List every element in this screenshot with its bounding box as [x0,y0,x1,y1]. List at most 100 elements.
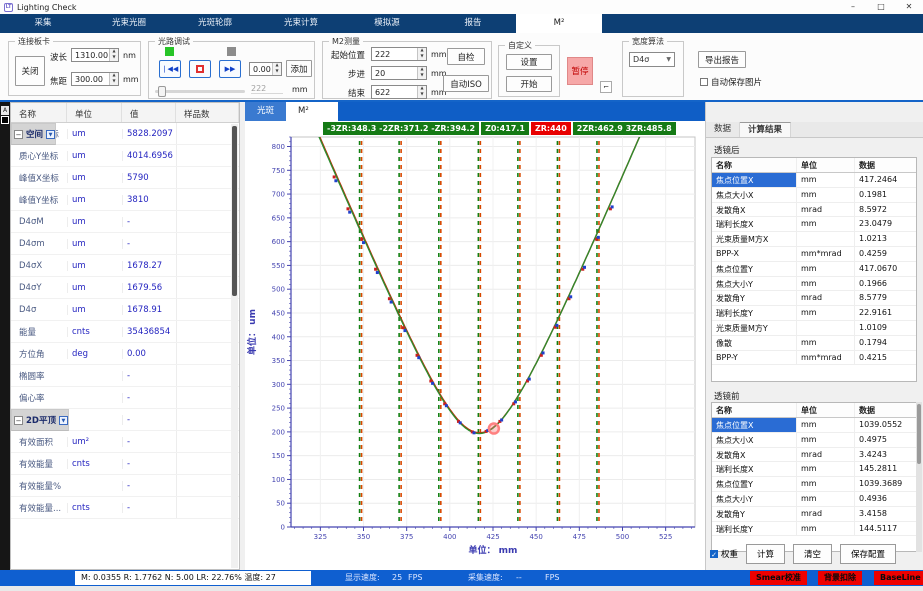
export-report-button[interactable]: 导出报告 [698,51,746,68]
skip-back-icon[interactable]: ❘◀◀ [159,60,181,78]
auto-save-checkbox[interactable] [700,78,708,86]
collapse-icon[interactable]: − [14,130,23,139]
close-icon[interactable]: ✕ [895,0,923,14]
table-row[interactable]: 瑞利长度Xmm145.2811 [712,462,916,477]
column-header[interactable]: 样品数 [176,103,239,122]
table-row[interactable]: 发散角Xmrad8.5972 [712,203,916,218]
table-row[interactable]: 焦点位置Ymm417.0670 [712,262,916,277]
table-row[interactable]: 焦点大小Xmm0.4975 [712,433,916,448]
popup-panel-icon[interactable]: ⌐ [600,81,612,93]
table-row[interactable]: 峰值X坐标um5790 [11,167,239,189]
menu-tab-光斑轮廓[interactable]: 光斑轮廓 [172,14,258,33]
table-row[interactable]: 焦点位置Xmm417.2464 [712,173,916,188]
table-row[interactable]: 有效能量%- [11,475,239,497]
start-button[interactable]: 开始 [506,76,552,92]
table-row[interactable]: 光束质量M方X1.0213 [712,232,916,247]
table-row[interactable]: D4σmum- [11,233,239,255]
dock-a-icon[interactable]: A [1,106,9,115]
m2-field-spinner[interactable]: ▲▼ [417,67,426,79]
column-header[interactable]: 名称 [11,103,67,122]
m2-field-input[interactable]: 222▲▼ [371,47,427,61]
menu-tab-M²[interactable]: M² [516,14,602,33]
focal-input[interactable]: 300.00 ▲▼ [71,72,119,86]
m2-field-input[interactable]: 20▲▼ [371,66,427,80]
table-row[interactable]: 能量cnts35436854 [11,321,239,343]
table-row[interactable]: D4σMum- [11,211,239,233]
table-row[interactable]: 方位角deg0.00 [11,343,239,365]
table-row[interactable]: 发散角Xmrad3.4243 [712,448,916,463]
before-table-scrollbar[interactable] [916,402,922,552]
column-header[interactable]: 单位 [67,103,122,122]
status-button-BaseLine[interactable]: BaseLine [874,571,923,585]
stop-icon[interactable] [189,60,211,78]
column-header[interactable]: 名称 [712,403,796,417]
table-row[interactable]: 焦点大小Xmm0.1981 [712,188,916,203]
weight-checkbox[interactable]: ✓ [710,550,718,558]
minimize-icon[interactable]: – [839,0,867,14]
dropdown-icon[interactable]: ▼ [46,130,55,139]
menu-tab-报告[interactable]: 报告 [430,14,516,33]
table-row[interactable]: 有效面积um²- [11,431,239,453]
m2-field-input[interactable]: 622▲▼ [371,85,427,99]
column-header[interactable]: 名称 [712,158,796,172]
column-header[interactable]: 数据 [854,158,916,172]
table-row[interactable]: 椭圆率- [11,365,239,387]
weight-option[interactable]: ✓ 权重 [710,548,738,560]
wavelength-spinner[interactable]: ▲▼ [109,49,118,61]
self-check-button[interactable]: 自检 [447,48,485,65]
table-row[interactable]: 有效能量...cnts- [11,497,239,519]
table-row[interactable]: 发散角Ymrad3.4158 [712,507,916,522]
column-header[interactable]: 单位 [796,158,854,172]
table-row[interactable]: 焦点大小Ymm0.1966 [712,277,916,292]
results-tab-数据[interactable]: 数据 [706,122,740,137]
table-row[interactable]: 质心Y坐标um4014.6956 [11,145,239,167]
table-row[interactable]: 焦点位置Ymm1039.3689 [712,477,916,492]
column-header[interactable]: 单位 [796,403,854,417]
width-algorithm-select[interactable]: D4σ ▼ [629,52,675,67]
table-row[interactable]: 偏心率- [11,387,239,409]
settings-button[interactable]: 设置 [506,54,552,70]
chart-tab-M²[interactable]: M² [286,102,338,121]
clear-button[interactable]: 清空 [793,544,832,564]
table-row[interactable]: 有效能量cnts- [11,453,239,475]
table-row[interactable]: 瑞利长度Ymm144.5117 [712,522,916,537]
left-table-scrollbar[interactable] [231,124,238,568]
column-header[interactable]: 值 [122,103,176,122]
offset-input[interactable]: 0.00 ▲▼ [249,62,282,76]
table-row[interactable]: 光束质量M方Y1.0109 [712,321,916,336]
menu-tab-模拟源[interactable]: 模拟源 [344,14,430,33]
m2-field-spinner[interactable]: ▲▼ [417,48,426,60]
table-row[interactable]: D4σXum1678.27 [11,255,239,277]
calculate-button[interactable]: 计算 [746,544,785,564]
auto-save-option[interactable]: 自动保存图片 [700,76,762,88]
auto-iso-button[interactable]: 自动ISO [443,75,489,92]
stage-position-slider[interactable] [155,90,245,93]
table-row[interactable]: 焦点大小Ymm0.4936 [712,492,916,507]
menu-tab-光束光圈[interactable]: 光束光圈 [86,14,172,33]
table-row[interactable]: 瑞利长度Ymm22.9161 [712,306,916,321]
close-board-button[interactable]: 关闭 [15,56,45,86]
results-tab-计算结果[interactable]: 计算结果 [740,122,791,137]
status-button-Smear校准[interactable]: Smear校准 [750,571,807,585]
column-header[interactable]: 数据 [854,403,916,417]
dock-square-icon[interactable] [1,116,9,124]
slider-handle[interactable] [158,86,166,97]
fast-forward-icon[interactable]: ▶▶ [219,60,241,78]
pause-button[interactable]: 暂停 [567,57,593,85]
offset-spinner[interactable]: ▲▼ [272,63,281,75]
table-row[interactable]: −2D平顶▼ [11,409,69,431]
table-row[interactable]: 发散角Ymrad8.5779 [712,291,916,306]
collapse-icon[interactable]: − [14,416,23,425]
table-row[interactable]: D4σYum1679.56 [11,277,239,299]
save-config-button[interactable]: 保存配置 [840,544,896,564]
m2-field-spinner[interactable]: ▲▼ [417,86,426,98]
menu-tab-采集[interactable]: 采集 [0,14,86,33]
table-row[interactable]: BPP-Xmm*mrad0.4259 [712,247,916,262]
table-row[interactable]: 峰值Y坐标um3810 [11,189,239,211]
dropdown-icon[interactable]: ▼ [59,416,68,425]
table-row[interactable]: D4σum1678.91 [11,299,239,321]
caustic-chart[interactable]: 0501001502002503003504004505005506006507… [245,121,705,570]
table-row[interactable]: −空间▼ [11,123,56,145]
add-button[interactable]: 添加 [286,60,312,77]
table-row[interactable]: BPP-Ymm*mrad0.4215 [712,351,916,366]
